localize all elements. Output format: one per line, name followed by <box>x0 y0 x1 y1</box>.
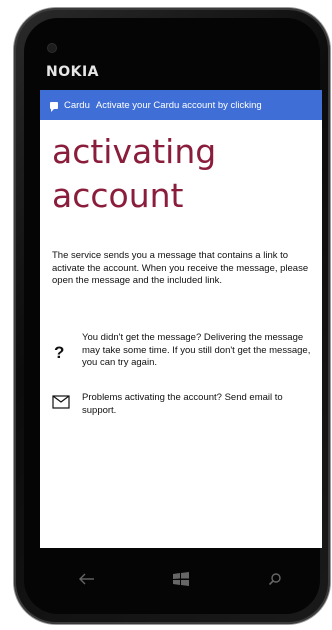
search-button[interactable] <box>255 559 295 599</box>
windows-logo-icon <box>173 572 189 586</box>
front-camera-icon <box>48 44 56 52</box>
hardware-nav-bar <box>40 548 322 610</box>
help-item-text: You didn't get the message? Delivering t… <box>82 332 311 368</box>
envelope-icon <box>52 395 70 409</box>
page-title: activating account <box>52 132 217 215</box>
device-brand: NOKIA <box>46 64 100 80</box>
back-button[interactable] <box>67 559 107 599</box>
description-text: The service sends you a message that con… <box>52 250 309 286</box>
help-item-resend[interactable]: ? You didn't get the message? Delivering… <box>52 332 314 370</box>
back-arrow-icon <box>79 573 94 585</box>
help-item-email-support[interactable]: Problems activating the account? Send em… <box>52 392 314 417</box>
notification-toast[interactable]: Cardu Activate your Cardu account by cli… <box>40 90 322 120</box>
toast-app-name: Cardu <box>64 99 90 111</box>
start-button[interactable] <box>161 559 201 599</box>
message-bubble-icon <box>50 101 58 112</box>
help-item-text: Problems activating the account? Send em… <box>82 392 283 416</box>
search-icon <box>268 573 281 586</box>
screen: Cardu Activate your Cardu account by cli… <box>40 90 322 548</box>
toast-message: Activate your Cardu account by clicking <box>95 99 262 111</box>
question-mark-icon: ? <box>54 343 65 362</box>
